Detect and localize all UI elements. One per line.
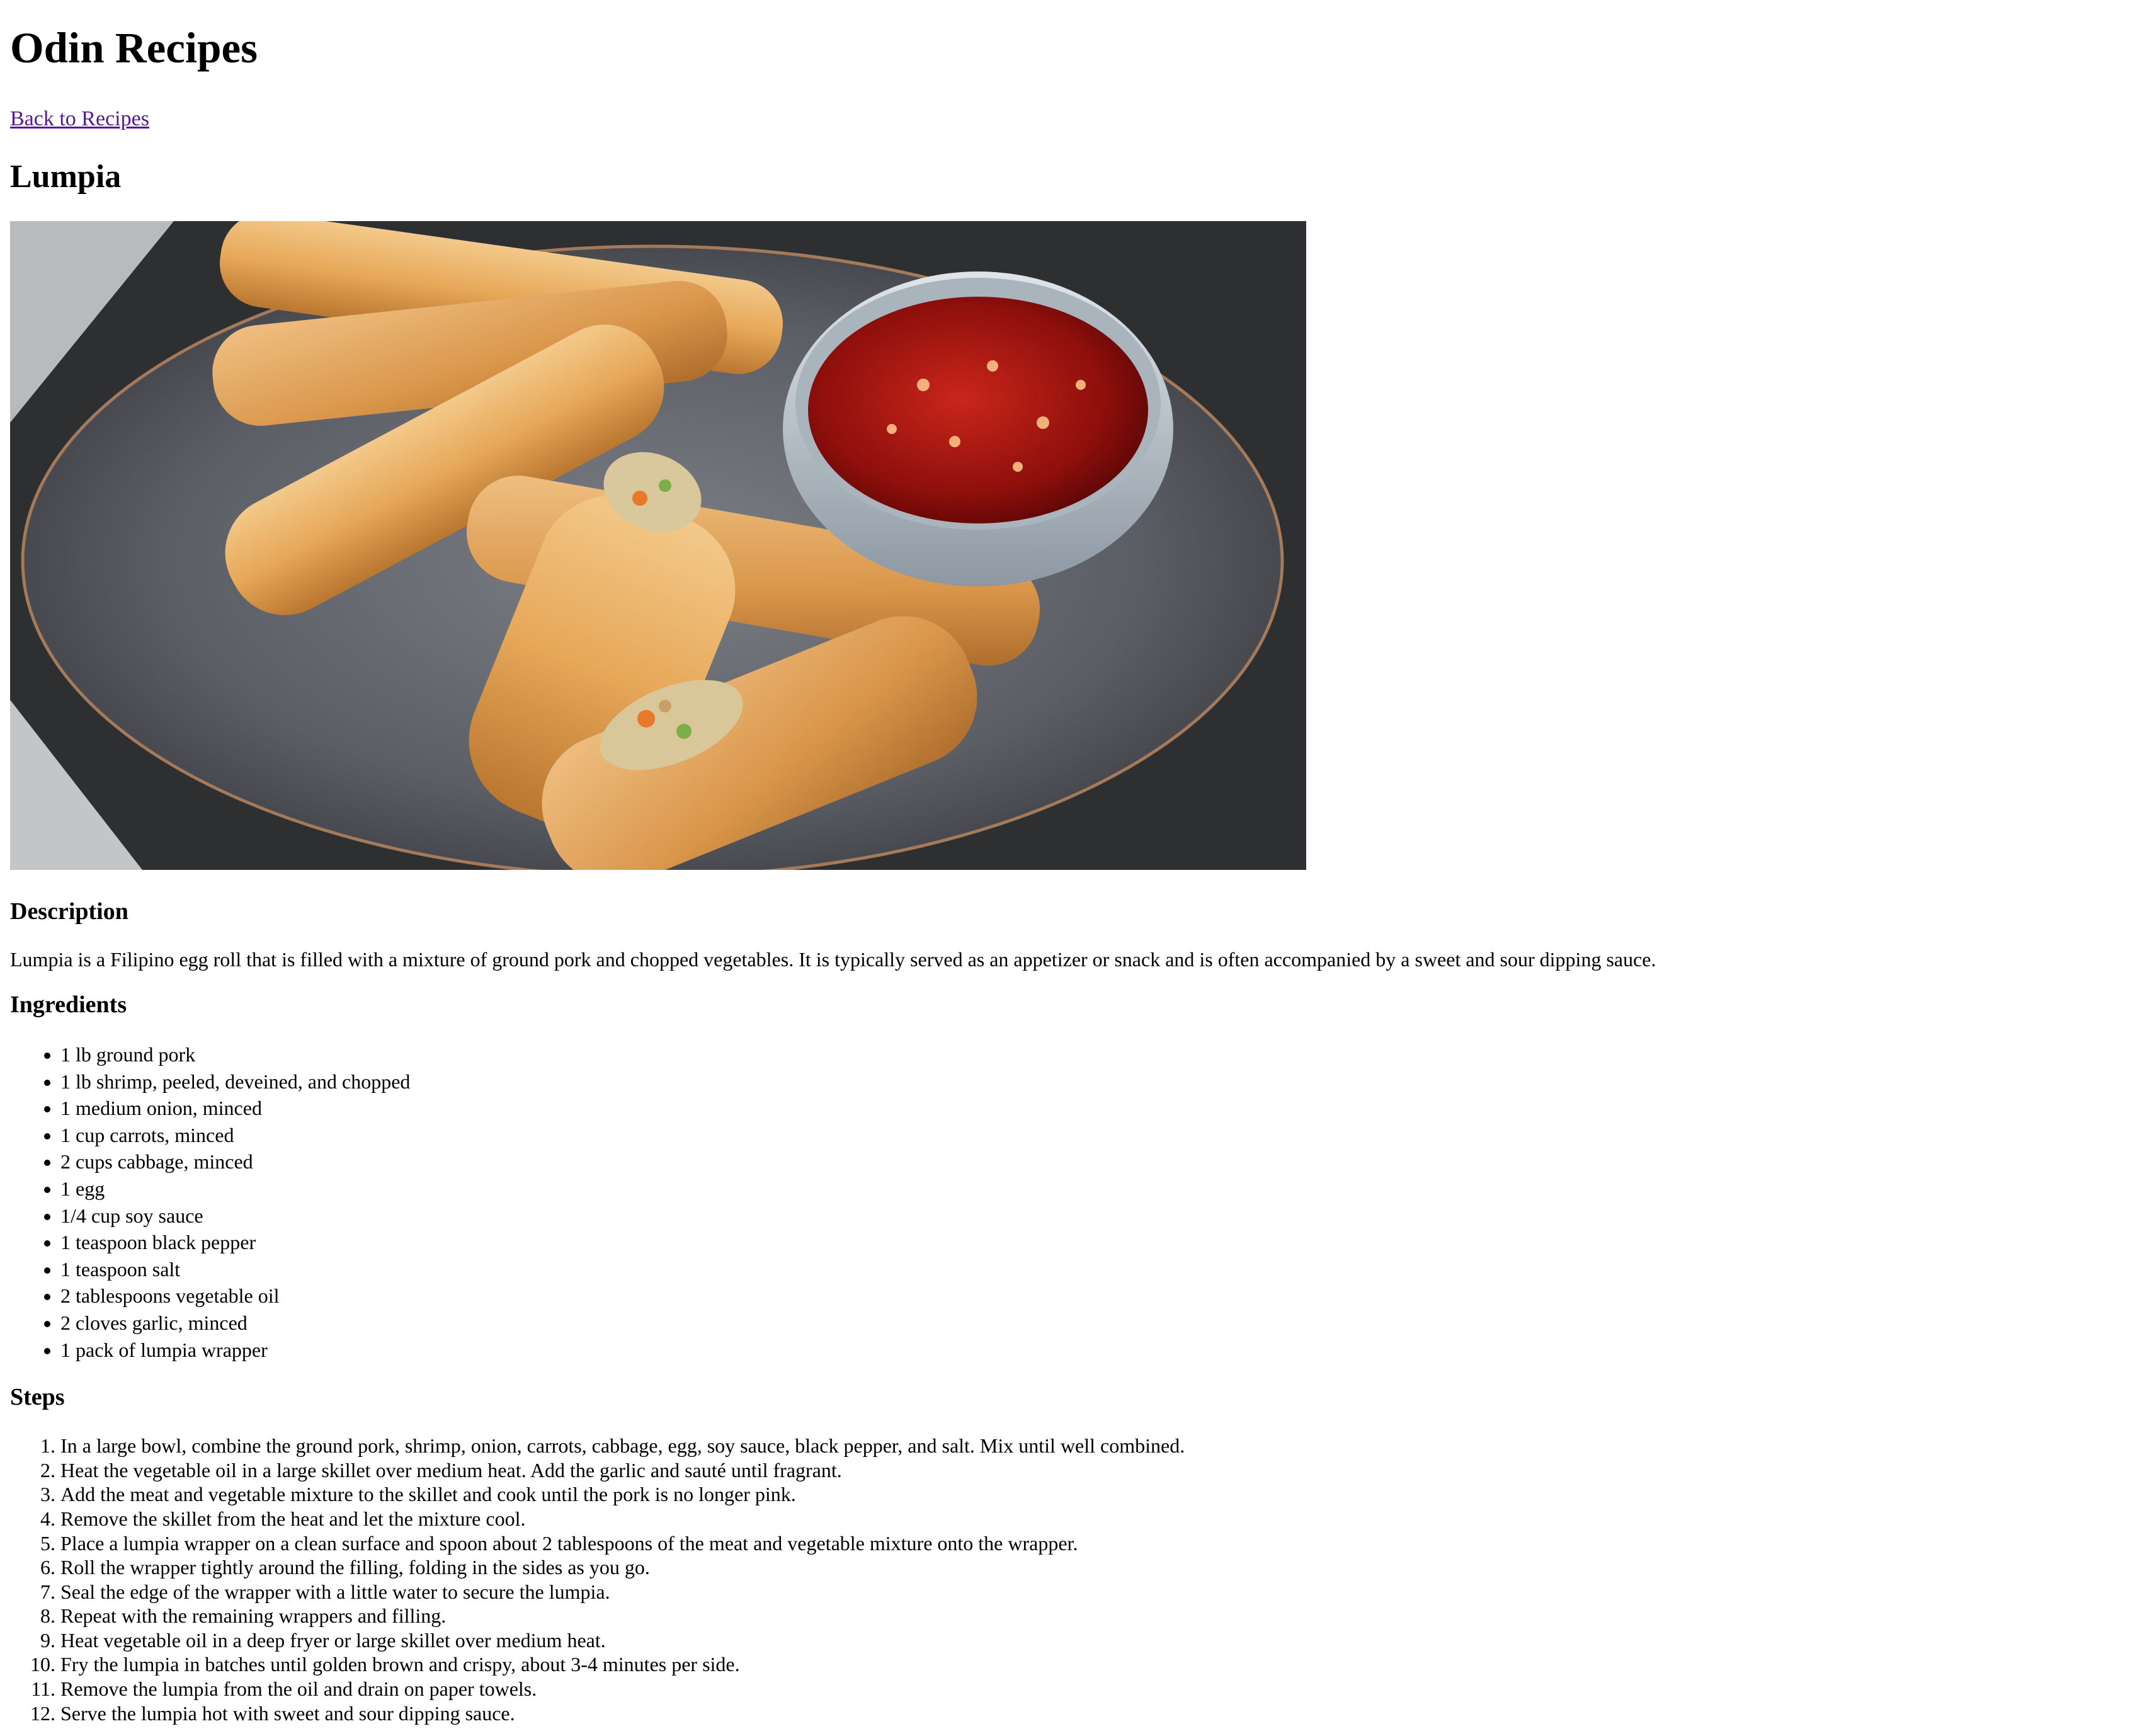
ingredients-list: 1 lb ground pork 1 lb shrimp, peeled, de… bbox=[10, 1041, 2135, 1363]
ingredient-item: 1 teaspoon black pepper bbox=[60, 1229, 2135, 1256]
step-item: Heat vegetable oil in a deep fryer or la… bbox=[60, 1628, 2135, 1653]
ingredient-item: 1 lb ground pork bbox=[60, 1041, 2135, 1068]
recipe-page: Odin Recipes Back to Recipes Lumpia Desc… bbox=[0, 0, 2135, 1736]
ingredient-item: 1 teaspoon salt bbox=[60, 1256, 2135, 1283]
ingredient-item: 1 medium onion, minced bbox=[60, 1095, 2135, 1122]
step-item: Remove the skillet from the heat and let… bbox=[60, 1507, 2135, 1531]
recipe-title: Lumpia bbox=[10, 159, 122, 195]
ingredient-item: 1 cup carrots, minced bbox=[60, 1122, 2135, 1149]
step-item: Add the meat and vegetable mixture to th… bbox=[60, 1482, 2135, 1507]
step-item: Place a lumpia wrapper on a clean surfac… bbox=[60, 1531, 2135, 1556]
steps-heading: Steps bbox=[10, 1384, 65, 1411]
site-title: Odin Recipes bbox=[10, 24, 258, 72]
step-item: Serve the lumpia hot with sweet and sour… bbox=[60, 1701, 2135, 1726]
ingredient-item: 2 cloves garlic, minced bbox=[60, 1310, 2135, 1337]
ingredient-item: 1 pack of lumpia wrapper bbox=[60, 1337, 2135, 1364]
step-item: Seal the edge of the wrapper with a litt… bbox=[60, 1580, 2135, 1604]
ingredient-item: 1 lb shrimp, peeled, deveined, and chopp… bbox=[60, 1068, 2135, 1095]
recipe-image bbox=[10, 221, 1306, 870]
step-item: Remove the lumpia from the oil and drain… bbox=[60, 1677, 2135, 1701]
back-to-recipes-link[interactable]: Back to Recipes bbox=[10, 106, 149, 132]
steps-list: In a large bowl, combine the ground pork… bbox=[10, 1434, 2135, 1725]
recipe-description: Lumpia is a Filipino egg roll that is fi… bbox=[10, 948, 1656, 971]
ingredient-item: 2 tablespoons vegetable oil bbox=[60, 1282, 2135, 1310]
description-heading: Description bbox=[10, 898, 128, 925]
step-item: In a large bowl, combine the ground pork… bbox=[60, 1434, 2135, 1458]
ingredients-heading: Ingredients bbox=[10, 991, 127, 1018]
step-item: Roll the wrapper tightly around the fill… bbox=[60, 1555, 2135, 1580]
ingredient-item: 2 cups cabbage, minced bbox=[60, 1148, 2135, 1175]
step-item: Repeat with the remaining wrappers and f… bbox=[60, 1604, 2135, 1628]
step-item: Fry the lumpia in batches until golden b… bbox=[60, 1652, 2135, 1677]
ingredient-item: 1/4 cup soy sauce bbox=[60, 1202, 2135, 1230]
step-item: Heat the vegetable oil in a large skille… bbox=[60, 1458, 2135, 1483]
ingredient-item: 1 egg bbox=[60, 1175, 2135, 1202]
